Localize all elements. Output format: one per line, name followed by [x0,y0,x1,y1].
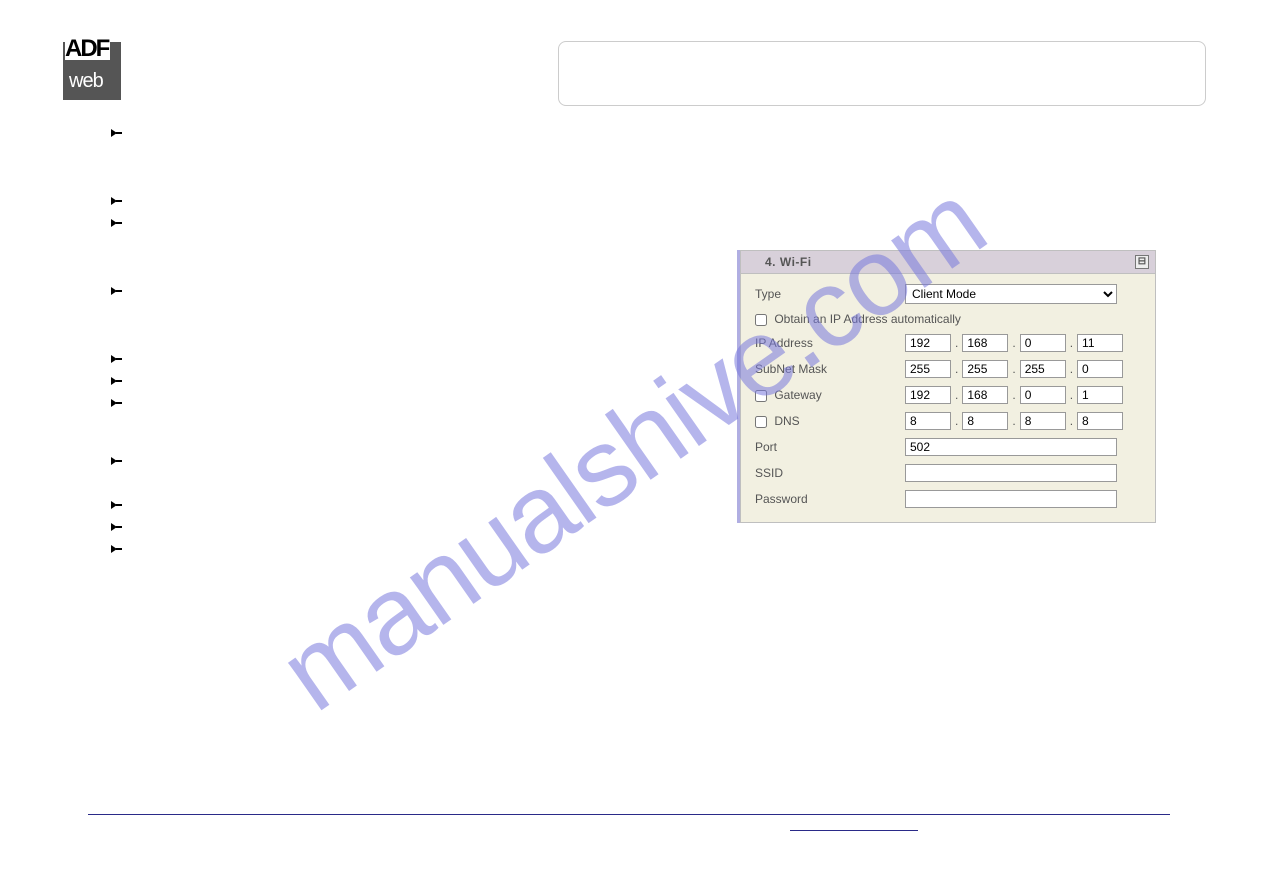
bullet-arrow-icon [110,522,122,532]
dns-octet-2[interactable] [962,412,1008,430]
dns-octet-3[interactable] [1020,412,1066,430]
obtain-ip-checkbox[interactable] [755,314,767,326]
list-item [88,541,728,563]
panel-titlebar: 4. Wi-Fi ⊟ [741,251,1155,274]
type-select[interactable]: Client Mode [905,284,1117,304]
list-item [88,351,728,373]
gateway-checkbox[interactable] [755,390,767,402]
row-ssid: SSID [755,464,1141,482]
dot-separator: . [955,336,958,350]
dns-checkbox[interactable] [755,416,767,428]
dot-separator: . [1012,336,1015,350]
list-item [88,395,728,417]
body-text-area [88,125,728,563]
dot-separator: . [955,362,958,376]
list-item [88,283,728,305]
bullet-arrow-icon [110,128,122,138]
row-ip: IP Address . . . [755,334,1141,352]
ip-octet-2[interactable] [962,334,1008,352]
footer-link-underline [790,820,918,831]
panel-body: Type Client Mode Obtain an IP Address au… [741,274,1155,522]
dot-separator: . [955,388,958,402]
header-info-box [558,41,1206,106]
dot-separator: . [955,414,958,428]
wifi-settings-panel: 4. Wi-Fi ⊟ Type Client Mode Obtain an IP… [740,250,1156,523]
port-label: Port [755,440,905,454]
subnet-octet-3[interactable] [1020,360,1066,378]
collapse-icon[interactable]: ⊟ [1135,255,1149,269]
type-label: Type [755,287,905,301]
subnet-octet-1[interactable] [905,360,951,378]
row-dns: DNS . . . [755,412,1141,430]
obtain-ip-label: Obtain an IP Address automatically [774,312,961,326]
subnet-octet-2[interactable] [962,360,1008,378]
gateway-octet-4[interactable] [1077,386,1123,404]
bullet-arrow-icon [110,398,122,408]
footer-divider [88,814,1170,815]
bullet-arrow-icon [110,196,122,206]
ip-octet-4[interactable] [1077,334,1123,352]
password-label: Password [755,492,905,506]
list-item [88,193,728,215]
bullet-arrow-icon [110,286,122,296]
dns-label: DNS [774,414,799,428]
brand-logo: ADF web [63,42,121,100]
dot-separator: . [1070,414,1073,428]
ip-octet-3[interactable] [1020,334,1066,352]
ssid-label: SSID [755,466,905,480]
gateway-octet-2[interactable] [962,386,1008,404]
bullet-arrow-icon [110,500,122,510]
list-item [88,373,728,395]
dot-separator: . [1070,362,1073,376]
list-item [88,497,728,519]
panel-title: 4. Wi-Fi [765,255,812,269]
dns-octet-4[interactable] [1077,412,1123,430]
dot-separator: . [1070,388,1073,402]
list-item [88,453,728,475]
row-obtain-ip: Obtain an IP Address automatically [755,312,1141,326]
port-input[interactable] [905,438,1117,456]
subnet-octet-4[interactable] [1077,360,1123,378]
subnet-label: SubNet Mask [755,362,905,376]
row-password: Password [755,490,1141,508]
row-type: Type Client Mode [755,284,1141,304]
bullet-arrow-icon [110,376,122,386]
gateway-octet-3[interactable] [1020,386,1066,404]
password-input[interactable] [905,490,1117,508]
ip-label: IP Address [755,336,905,350]
ssid-input[interactable] [905,464,1117,482]
list-item [88,519,728,541]
gateway-label: Gateway [774,388,821,402]
bullet-arrow-icon [110,354,122,364]
row-subnet: SubNet Mask . . . [755,360,1141,378]
list-item [88,125,728,147]
dot-separator: . [1012,414,1015,428]
row-port: Port [755,438,1141,456]
dot-separator: . [1012,362,1015,376]
dot-separator: . [1012,388,1015,402]
dns-octet-1[interactable] [905,412,951,430]
bullet-arrow-icon [110,544,122,554]
list-item [88,215,728,237]
bullet-list [88,125,728,563]
logo-top: ADF [65,38,110,60]
bullet-arrow-icon [110,456,122,466]
dot-separator: . [1070,336,1073,350]
bullet-arrow-icon [110,218,122,228]
row-gateway: Gateway . . . [755,386,1141,404]
gateway-octet-1[interactable] [905,386,951,404]
logo-bottom: web [69,70,103,93]
ip-octet-1[interactable] [905,334,951,352]
